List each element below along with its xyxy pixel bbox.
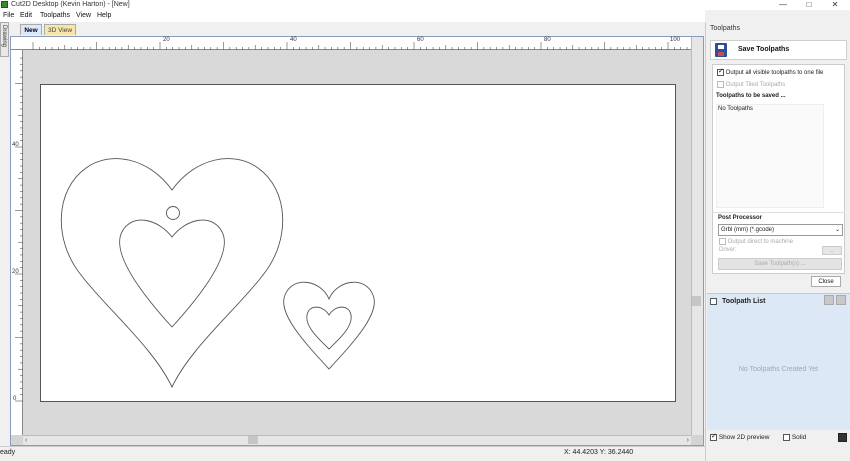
chevron-down-icon: ⌄ [834,227,840,233]
ruler-left-label: 0 [13,396,17,402]
panel-title: Toolpaths [710,25,740,32]
ruler-top: 20 40 60 80 100 [11,37,691,50]
post-processor-divider [712,212,845,213]
output-direct-row: Output direct to machine [719,238,793,245]
save-toolpaths-button: Save Toolpath(s) ... [718,258,842,270]
show-2d-label: Show 2D preview [718,434,770,442]
collapse-panel-icon[interactable] [824,295,834,305]
small-heart-inner[interactable] [306,306,352,350]
menu-help[interactable]: Help [97,10,111,22]
drawing-side-tab[interactable]: Drawing [0,22,9,57]
toolpath-list-checkbox-wrap[interactable] [710,298,717,305]
cursor-coordinates: X: 44.4203 Y: 36.2440 [564,449,634,456]
tab-strip [0,22,705,36]
vertical-scrollbar[interactable] [691,37,703,435]
ruler-left-ticks [15,57,23,402]
solid-row[interactable]: Solid [783,434,806,441]
menu-file[interactable]: File [3,10,14,22]
toolpath-list-title: Toolpath List [722,298,766,305]
large-heart-inner[interactable] [119,219,225,328]
output-all-row[interactable]: Output all visible toolpaths to one file [717,67,824,77]
ruler-top-label: 100 [670,37,681,43]
post-processor-heading: Post Processor [718,215,763,221]
tab-new[interactable]: New [20,24,42,35]
app-icon [1,1,8,8]
scroll-right-icon[interactable]: › [687,436,689,446]
post-processor-value: Grbl (mm) (*.gcode) [721,227,775,233]
ruler-top-ticks [32,42,688,50]
close-button[interactable]: Close [811,276,841,287]
small-heart-outer[interactable] [283,281,375,370]
ruler-left: 40 20 0 [11,50,23,435]
solid-label: Solid [791,434,807,442]
expand-panel-icon[interactable] [836,295,846,305]
driver-label: Driver: [719,247,737,253]
vectors-layer [60,158,375,389]
horizontal-scrollbar[interactable]: ‹ › [23,435,691,445]
empty-list-message: No Toolpaths Created Yet [738,366,819,373]
ruler-left-label: 20 [12,269,19,275]
minimize-button[interactable]: — [770,0,796,10]
save-toolpaths-title: Save Toolpaths [738,46,790,53]
menu-toolpaths[interactable]: Toolpaths [40,10,70,22]
toolpath-list-section [707,293,850,430]
output-tiled-label: Output Tiled Toolpaths [725,82,786,89]
hanging-hole[interactable] [166,206,180,220]
status-ready: eady [0,449,16,456]
driver-browse-button: ... [822,246,842,255]
output-all-label: Output all visible toolpaths to one file [725,70,824,77]
ruler-top-label: 20 [163,37,170,43]
toolpaths-to-save-list[interactable] [716,104,824,208]
ruler-top-label: 60 [417,37,424,43]
vertical-scroll-thumb[interactable] [692,296,701,306]
output-all-checkbox[interactable] [717,67,724,76]
output-direct-label: Output direct to machine [727,239,794,246]
clipboard-icon[interactable] [838,433,847,442]
window-title: Cut2D Desktop (Kevin Harton) - [New] [11,1,130,8]
no-toolpaths-text: No Toolpaths [718,106,753,112]
to-be-saved-heading: Toolpaths to be saved ... [716,93,786,99]
post-processor-select[interactable]: Grbl (mm) (*.gcode) ⌄ [718,224,843,236]
output-direct-checkbox [719,238,726,245]
menu-view[interactable]: View [76,10,91,22]
output-tiled-checkbox [717,81,724,88]
material-sheet[interactable] [40,84,676,402]
scroll-left-icon[interactable]: ‹ [25,436,27,446]
toolpath-list-checkbox[interactable] [710,298,717,305]
ruler-top-label: 80 [544,37,551,43]
restore-button[interactable]: □ [796,0,822,10]
solid-checkbox[interactable] [783,434,790,441]
menu-bar: File Edit Toolpaths View Help [0,10,705,22]
output-tiled-row: Output Tiled Toolpaths [717,81,785,88]
save-disk-icon [715,43,727,57]
tab-3d-view[interactable]: 3D View [44,24,76,35]
show-2d-row[interactable]: Show 2D preview [710,432,770,442]
ruler-left-label: 40 [12,142,19,148]
close-window-button[interactable]: ✕ [822,0,848,10]
large-heart-outer[interactable] [60,158,284,389]
horizontal-scroll-thumb[interactable] [248,436,258,444]
menu-edit[interactable]: Edit [20,10,32,22]
show-2d-checkbox[interactable] [710,432,717,441]
ruler-top-label: 40 [290,37,297,43]
